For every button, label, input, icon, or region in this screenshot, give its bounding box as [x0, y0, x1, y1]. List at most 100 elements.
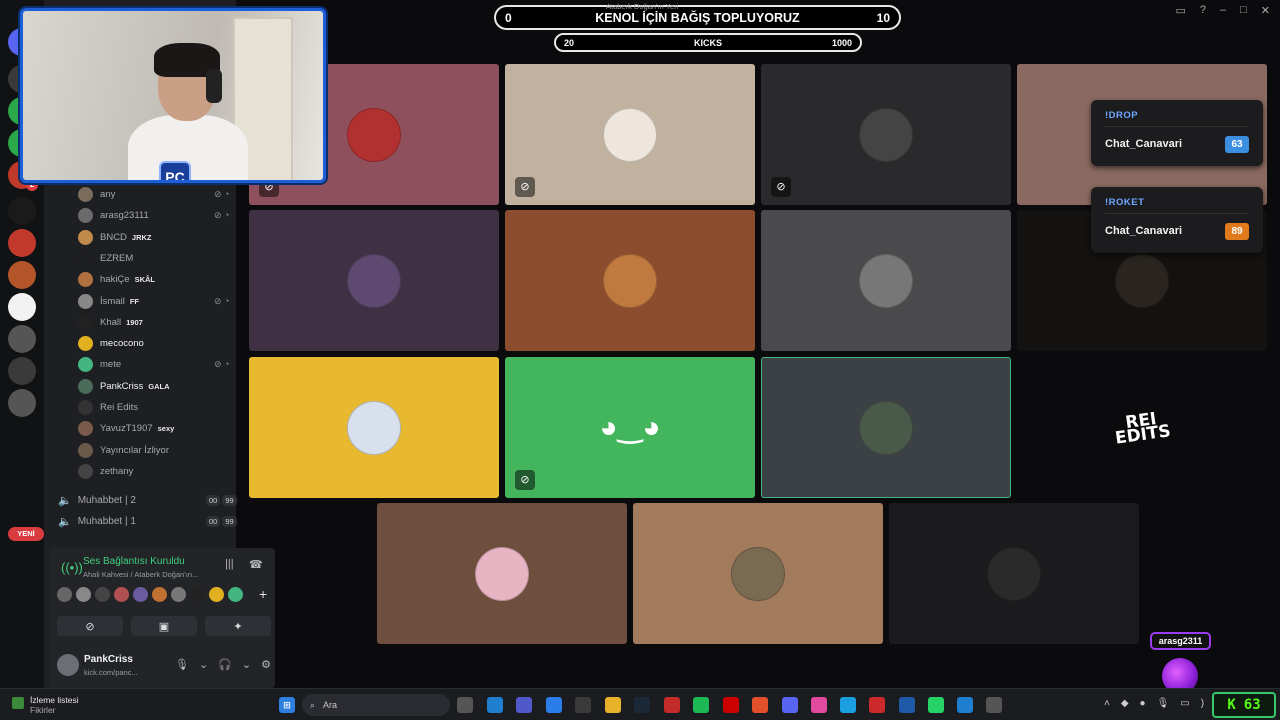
maximize-icon[interactable]: □	[1240, 4, 1247, 17]
chevron-down-icon[interactable]: ⌄	[199, 658, 208, 671]
participant-tile[interactable]	[761, 210, 1011, 351]
participant-avatar[interactable]	[190, 586, 205, 602]
participant-tile[interactable]	[249, 210, 499, 351]
member-item[interactable]: mete ⊘ ◔	[78, 354, 229, 375]
folder-icon[interactable]	[605, 697, 621, 713]
member-item[interactable]: PankCriss GALA	[78, 376, 170, 397]
watchlist-widget[interactable]: İzleme listesi Fikirler	[12, 695, 79, 715]
participant-avatar[interactable]	[95, 586, 110, 602]
close-icon[interactable]: ✕	[1261, 4, 1270, 17]
steam-icon[interactable]	[634, 697, 650, 713]
participant-tile[interactable]: REI EDITS	[1017, 357, 1267, 498]
app-icon[interactable]	[575, 697, 591, 713]
camera-button[interactable]: ⊘	[57, 616, 123, 636]
member-item[interactable]: Yayıncılar İzliyor	[78, 440, 169, 461]
edge-icon[interactable]	[487, 697, 503, 713]
participant-avatar[interactable]	[209, 586, 224, 602]
task-view-icon[interactable]	[457, 697, 473, 713]
spotify-icon[interactable]	[693, 697, 709, 713]
chevron-down-icon[interactable]: ⌄	[242, 658, 251, 671]
participant-tile[interactable]: ⊘	[761, 64, 1011, 205]
server-icon[interactable]	[8, 389, 36, 417]
discord-icon[interactable]	[782, 697, 798, 713]
participant-avatar[interactable]	[171, 586, 186, 602]
member-item[interactable]: YavuzT1907 sexy	[78, 418, 174, 439]
server-icon[interactable]	[8, 325, 36, 353]
participant-tile[interactable]	[377, 503, 627, 644]
voice-channel[interactable]: 🔈 Muhabbet | 2 00 99	[58, 490, 237, 510]
voice-status-channel[interactable]: Ahali Kahvesi / Ataberk Doğan'ın...	[83, 570, 198, 579]
app-icon[interactable]	[723, 697, 739, 713]
server-icon[interactable]	[8, 229, 36, 257]
taskbar-search[interactable]: ⌕ Ara	[302, 694, 450, 716]
vscode-icon[interactable]	[546, 697, 562, 713]
noise-suppression-icon[interactable]: |||	[225, 558, 234, 570]
tray-app-icon[interactable]: ●	[1140, 698, 1146, 709]
participant-avatar[interactable]	[57, 586, 72, 602]
server-icon[interactable]	[8, 197, 36, 225]
photoshop-icon[interactable]	[899, 697, 915, 713]
participant-avatar[interactable]	[133, 586, 148, 602]
avatar	[347, 253, 401, 308]
participant-avatar[interactable]	[152, 586, 167, 602]
member-item[interactable]: arasg23111 ⊘ ◔	[78, 205, 229, 226]
wifi-icon[interactable]: )	[1201, 698, 1204, 709]
server-icon[interactable]	[8, 357, 36, 385]
member-item[interactable]: hakiÇe SKÂL	[78, 269, 155, 290]
participant-tile[interactable]: ◕‿◕ ⊘	[505, 357, 755, 498]
participant-avatar[interactable]	[114, 586, 129, 602]
help-icon[interactable]: ?	[1200, 4, 1206, 17]
watchlist-title: İzleme listesi	[30, 695, 79, 705]
add-icon[interactable]: +	[259, 586, 267, 602]
new-badge[interactable]: YENİ	[8, 527, 44, 541]
app-icon[interactable]	[840, 697, 856, 713]
activities-button[interactable]: ✦	[205, 616, 271, 636]
gear-icon[interactable]: ⚙	[261, 658, 271, 671]
minimize-icon[interactable]: –	[1220, 4, 1226, 17]
headphones-icon[interactable]: 🎧	[218, 658, 232, 671]
app-icon[interactable]	[811, 697, 827, 713]
participant-avatar[interactable]	[76, 586, 91, 602]
member-name: mete	[100, 359, 122, 371]
microphone-icon[interactable]: 🎙	[175, 658, 189, 671]
edge-icon[interactable]	[957, 697, 973, 713]
goal-title: KENOL İÇİN BAĞIŞ TOPLUYORUZ	[595, 10, 800, 25]
avatar[interactable]	[57, 654, 79, 676]
voice-channel[interactable]: 🔈 Muhabbet | 1 00 99	[58, 511, 237, 531]
avatar	[78, 400, 93, 415]
participant-avatar[interactable]	[228, 586, 243, 602]
member-item[interactable]: mecocono	[78, 333, 144, 354]
member-item[interactable]: BNCD JRKZ	[78, 227, 152, 248]
disconnect-icon[interactable]: ☎	[249, 558, 263, 571]
server-icon[interactable]	[8, 261, 36, 289]
member-item[interactable]: İsmail FF ⊘ ◔	[78, 291, 229, 312]
voice-status-title[interactable]: Ses Bağlantısı Kuruldu	[83, 556, 185, 567]
inbox-icon[interactable]: ▭	[1175, 4, 1185, 17]
start-icon[interactable]: ⊞	[279, 697, 295, 713]
participant-tile[interactable]: ⊘	[505, 64, 755, 205]
opera-icon[interactable]	[664, 697, 680, 713]
server-icon[interactable]	[8, 293, 36, 321]
avatar	[78, 250, 93, 266]
participant-tile[interactable]	[505, 210, 755, 351]
member-item[interactable]: zethany	[78, 461, 133, 482]
teams-icon[interactable]	[516, 697, 532, 713]
member-item[interactable]: Rei Edits	[78, 397, 138, 418]
screen-share-button[interactable]: ▣	[131, 616, 197, 636]
whatsapp-icon[interactable]	[928, 697, 944, 713]
tray-app-icon[interactable]: ◆	[1121, 698, 1129, 709]
illustrator-icon[interactable]	[869, 697, 885, 713]
app-icon[interactable]	[986, 697, 1002, 713]
display-icon[interactable]: ▭	[1180, 698, 1189, 709]
member-item[interactable]: any ⊘ ◔	[78, 184, 229, 205]
participant-tile[interactable]	[761, 357, 1011, 498]
participant-tile[interactable]	[633, 503, 883, 644]
microphone-icon[interactable]: 🎙	[1157, 698, 1170, 709]
chevron-up-icon[interactable]: ˄	[1104, 698, 1110, 709]
participant-tile[interactable]	[889, 503, 1139, 644]
user-name[interactable]: PankCriss	[84, 654, 133, 665]
app-icon[interactable]	[752, 697, 768, 713]
member-item[interactable]: Khall 1907	[78, 312, 143, 333]
participant-tile[interactable]	[249, 357, 499, 498]
member-item[interactable]: EZREM	[78, 248, 133, 269]
